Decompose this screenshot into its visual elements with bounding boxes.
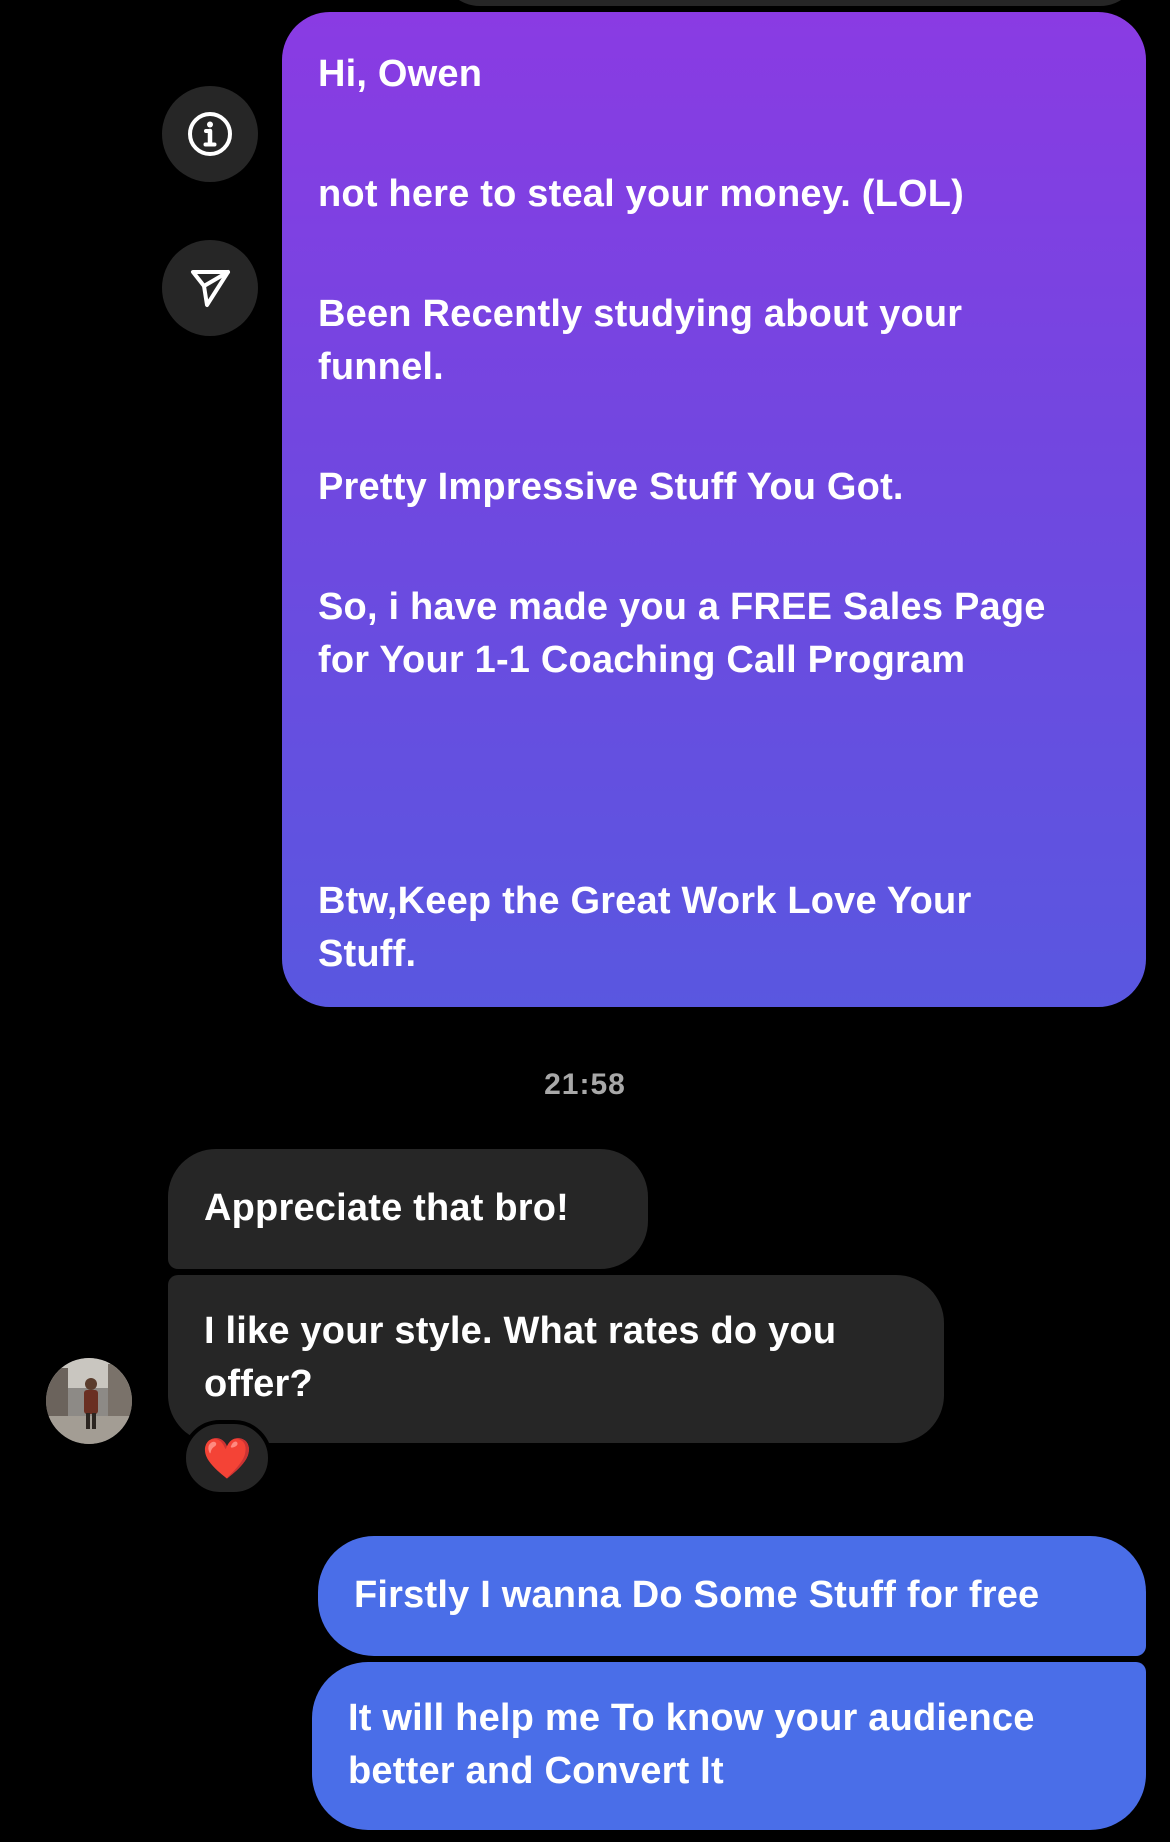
message-line: Stuff. [318, 933, 417, 975]
info-icon [188, 112, 232, 156]
sent-reply-bubble[interactable]: Firstly I wanna Do Some Stuff for free [318, 1536, 1146, 1656]
message-text: Appreciate that bro! [204, 1187, 570, 1229]
message-line: better and Convert It [348, 1750, 724, 1792]
heart-reaction[interactable]: ❤️ [182, 1420, 272, 1496]
profile-photo [46, 1358, 132, 1444]
message-line: funnel. [318, 346, 444, 388]
message-line: Been Recently studying about your [318, 293, 963, 335]
sent-message-bubble[interactable]: Hi, Owen not here to steal your money. (… [282, 12, 1146, 1007]
share-message-button[interactable] [162, 240, 258, 336]
message-line: offer? [204, 1363, 313, 1405]
message-line: not here to steal your money. (LOL) [318, 173, 965, 215]
message-timestamp: 21:58 [544, 1068, 626, 1101]
heart-icon: ❤️ [202, 1436, 252, 1481]
message-line: I like your style. What rates do you [204, 1310, 837, 1352]
message-line: Btw,Keep the Great Work Love Your [318, 880, 972, 922]
message-line: Pretty Impressive Stuff You Got. [318, 466, 904, 508]
message-line: Hi, Owen [318, 53, 483, 95]
previous-message-bubble-edge [440, 0, 1140, 6]
message-line: So, i have made you a FREE Sales Page [318, 586, 1046, 628]
message-line: It will help me To know your audience [348, 1697, 1035, 1739]
message-info-button[interactable] [162, 86, 258, 182]
sender-avatar[interactable] [46, 1358, 132, 1444]
received-message-bubble[interactable]: Appreciate that bro! [168, 1149, 648, 1269]
send-icon [191, 270, 230, 307]
sent-reply-bubble[interactable]: It will help me To know your audience be… [312, 1662, 1146, 1830]
message-text: Firstly I wanna Do Some Stuff for free [354, 1574, 1040, 1616]
received-message-bubble[interactable]: I like your style. What rates do you off… [168, 1275, 944, 1443]
message-line: for Your 1-1 Coaching Call Program [318, 639, 966, 681]
